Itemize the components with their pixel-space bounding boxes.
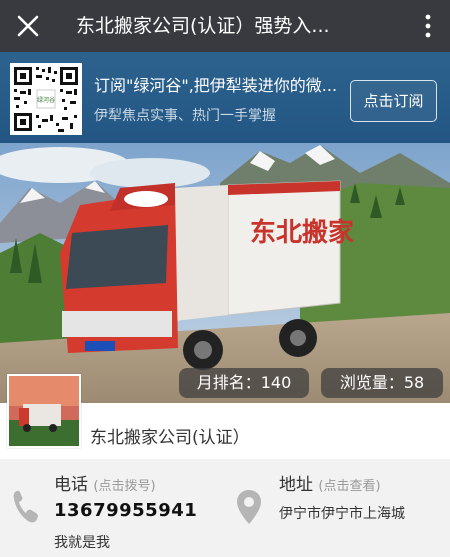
more-vertical-icon[interactable] [420,12,436,40]
address-label[interactable]: 地址 (点击查看) [279,470,381,495]
company-thumbnail[interactable] [7,374,81,448]
page-title: 东北搬家公司(认证）强势入... [76,15,330,37]
truck-photo: 东北搬家 [0,143,450,403]
phone-label[interactable]: 电话 (点击拨号) [54,470,156,495]
phone-label-text: 电话 [54,475,88,495]
company-name: 东北搬家公司(认证） [90,428,250,448]
qr-code: 绿河谷 [10,63,82,135]
qr-center-logo: 绿河谷 [37,96,55,104]
location-pin-icon[interactable] [235,488,263,526]
subscribe-button[interactable]: 点击订阅 [350,80,437,122]
subscribe-tagline: 伊犁焦点实事、热门一手掌握 [94,108,276,124]
title-bar: 东北搬家公司(认证）强势入... [0,0,450,52]
address-label-text: 地址 [279,475,313,495]
contact-section: 电话 (点击拨号) 13679955941 我就是我 地址 (点击查看) 伊宁市… [0,459,450,557]
truck-lettering: 东北搬家 [250,217,354,248]
view-count-badge: 浏览量：58 [321,368,443,398]
phone-hint: (点击拨号) [93,479,156,494]
close-icon[interactable] [14,12,42,40]
hero-image: 东北搬家 月排名：140 浏览量：58 [0,143,450,403]
thumbnail-image [9,376,79,446]
phone-icon[interactable] [11,487,39,525]
subscribe-message: 订阅"绿河谷",把伊犁装进你的微... [94,76,338,95]
subscribe-banner: 绿河谷 订阅"绿河谷",把伊犁装进你的微... 伊犁焦点实事、热门一手掌握 点击… [0,52,450,143]
phone-number[interactable]: 13679955941 [54,500,197,521]
address-text[interactable]: 伊宁市伊宁市上海城 [279,503,405,523]
monthly-rank-badge: 月排名：140 [179,368,309,398]
contact-note: 我就是我 [54,535,110,551]
address-hint: (点击查看) [318,479,381,494]
